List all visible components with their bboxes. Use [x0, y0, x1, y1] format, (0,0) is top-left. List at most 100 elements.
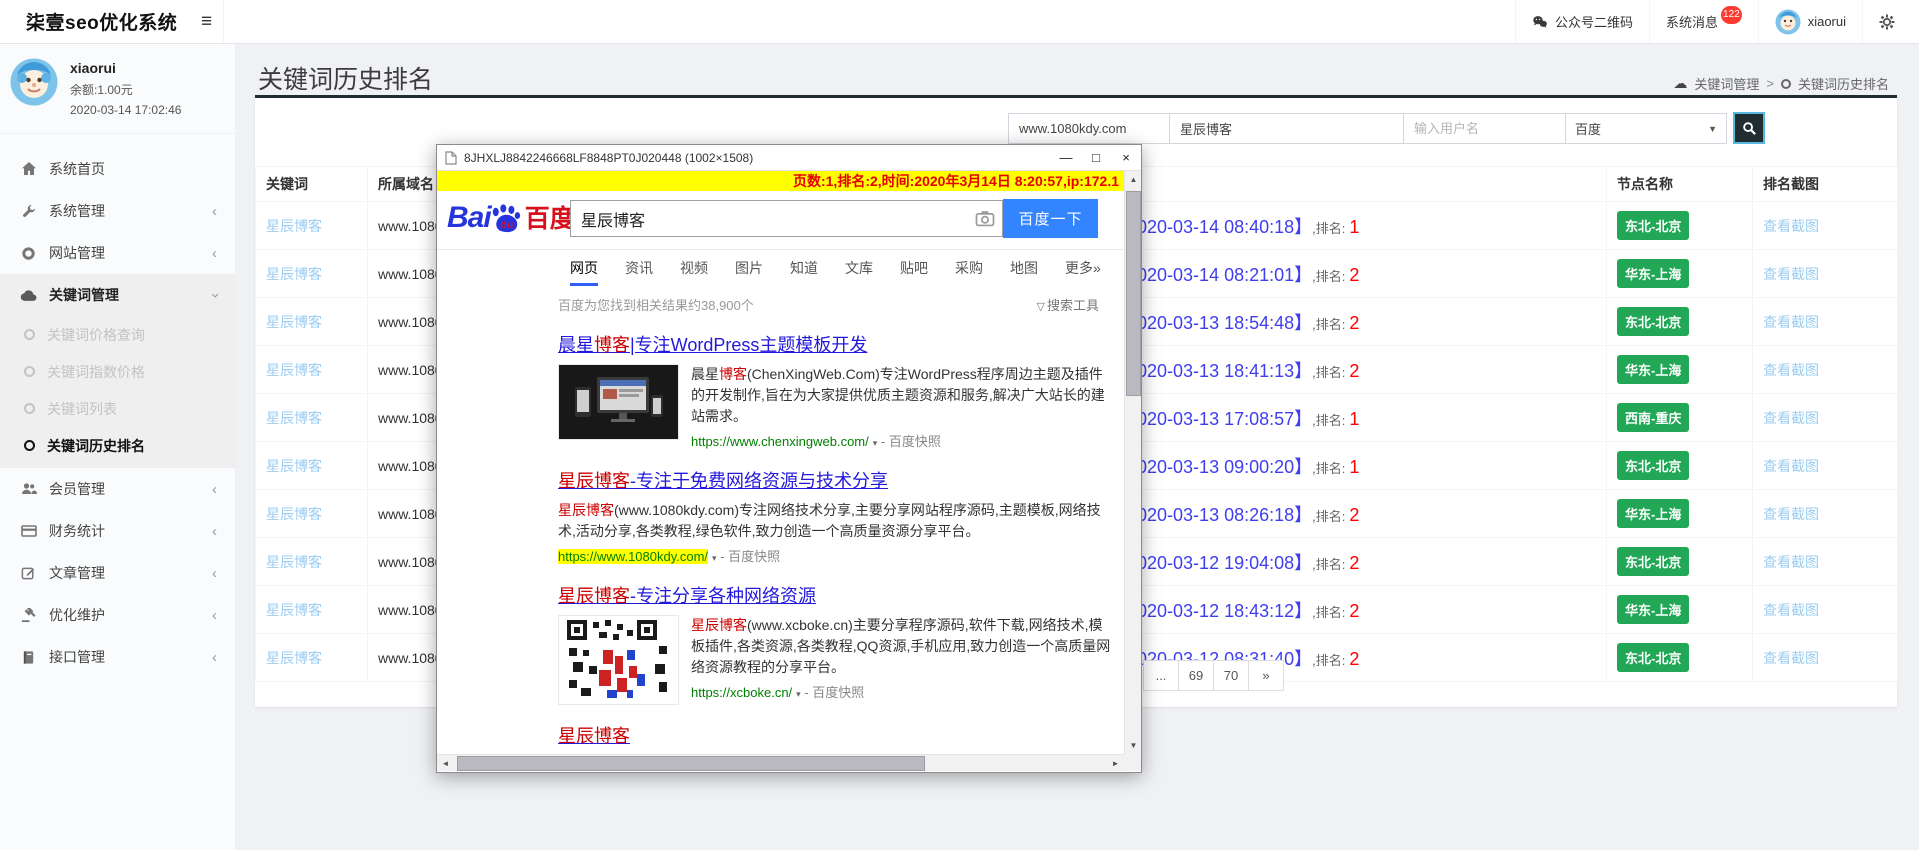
maximize-button[interactable]: □ [1081, 145, 1111, 170]
view-screenshot-link[interactable]: 查看截图 [1763, 362, 1819, 378]
engine-select[interactable]: 百度 ▼ [1565, 113, 1727, 144]
vertical-scrollbar[interactable]: ▲ ▼ [1124, 171, 1141, 754]
horizontal-scroll-thumb[interactable] [457, 756, 925, 771]
vertical-scroll-thumb[interactable] [1126, 191, 1141, 396]
keyword-link[interactable]: 星辰博客 [266, 458, 322, 474]
pagination-item[interactable]: 69 [1178, 660, 1214, 691]
keyword-link[interactable]: 星辰博客 [266, 218, 322, 234]
view-screenshot-link[interactable]: 查看截图 [1763, 506, 1819, 522]
horizontal-scrollbar[interactable]: ◄ ► [437, 754, 1124, 771]
result-title-link[interactable]: 星辰博客-专注分享各种网络资源 [558, 582, 816, 608]
keyword-link[interactable]: 星辰博客 [266, 314, 322, 330]
snapshot-link[interactable]: 百度快照 [812, 685, 864, 700]
camera-icon[interactable] [968, 210, 1002, 227]
pagination-item[interactable]: ... [1143, 660, 1179, 691]
wrench-icon [20, 203, 37, 220]
sidebar-item-optimization-maintenance[interactable]: 优化维护 ‹ [0, 594, 235, 636]
sidebar-item-keyword-price-query[interactable]: 关键词价格查询 [0, 316, 235, 353]
qr-thumbnail[interactable] [558, 615, 679, 705]
sidebar-item-website-management[interactable]: 网站管理 ‹ [0, 232, 235, 274]
view-screenshot-link[interactable]: 查看截图 [1763, 458, 1819, 474]
keyword-link[interactable]: 星辰博客 [266, 410, 322, 426]
sidebar-item-system-home[interactable]: 系统首页 [0, 148, 235, 190]
baidu-search-input[interactable] [571, 201, 968, 236]
result-title-link[interactable]: 星辰博客-专注于免费网络资源与技术分享 [558, 467, 888, 493]
baidu-tab[interactable]: 文库 [845, 258, 873, 286]
snapshot-link[interactable]: 百度快照 [728, 549, 780, 564]
domain-filter-input[interactable] [1008, 113, 1170, 144]
baidu-tab[interactable]: 网页 [570, 258, 598, 286]
minimize-button[interactable]: — [1051, 145, 1081, 170]
view-screenshot-link[interactable]: 查看截图 [1763, 218, 1819, 234]
scroll-down-arrow[interactable]: ▼ [1125, 737, 1141, 754]
keyword-link[interactable]: 星辰博客 [266, 506, 322, 522]
sidebar-item-keyword-index-price[interactable]: 关键词指数价格 [0, 353, 235, 390]
view-screenshot-link[interactable]: 查看截图 [1763, 410, 1819, 426]
window-titlebar[interactable]: 8JHXLJ8842246668LF8848PT0J020448 (1002×1… [437, 145, 1141, 171]
sidebar-user-panel: xiaorui 余额:1.00元 2020-03-14 17:02:46 [0, 44, 235, 134]
baidu-logo[interactable]: Bai du 百度 [447, 199, 575, 235]
keyword-link[interactable]: 星辰博客 [266, 602, 322, 618]
baidu-tab[interactable]: 知道 [790, 258, 818, 286]
search-tools-toggle[interactable]: ▽搜索工具 [1037, 295, 1099, 314]
baidu-tab[interactable]: 地图 [1010, 258, 1038, 286]
breadcrumb: ☁ 关键词管理 > 关键词历史排名 [1673, 74, 1889, 93]
breadcrumb-parent[interactable]: 关键词管理 [1694, 74, 1759, 93]
sidebar-item-keyword-history-rank[interactable]: 关键词历史排名 [0, 427, 235, 464]
title-text: 晨星 [558, 335, 594, 355]
baidu-search-button[interactable]: 百度一下 [1003, 199, 1098, 238]
cell-node: 东北-北京 [1607, 202, 1753, 250]
baidu-tab[interactable]: 贴吧 [900, 258, 928, 286]
sidebar-item-article-management[interactable]: 文章管理 ‹ [0, 552, 235, 594]
website-thumbnail[interactable] [558, 364, 679, 440]
result-url-text[interactable]: https://xcboke.cn/ [691, 685, 792, 700]
cell-keyword: 星辰博客 [256, 202, 368, 250]
sidebar-item-keyword-list[interactable]: 关键词列表 [0, 390, 235, 427]
sidebar-item-system-management[interactable]: 系统管理 ‹ [0, 190, 235, 232]
baidu-tab[interactable]: 采购 [955, 258, 983, 286]
view-screenshot-link[interactable]: 查看截图 [1763, 266, 1819, 282]
sidebar-item-api-management[interactable]: 接口管理 ‹ [0, 636, 235, 678]
sidebar-item-finance-statistics[interactable]: 财务统计 ‹ [0, 510, 235, 552]
keyword-link[interactable]: 星辰博客 [266, 554, 322, 570]
result-url-text[interactable]: https://www.1080kdy.com/ [558, 549, 708, 564]
keyword-link[interactable]: 星辰博客 [266, 266, 322, 282]
settings-menu-item[interactable] [1862, 0, 1911, 43]
result-title-link[interactable]: 星辰博客 [558, 722, 630, 748]
view-screenshot-link[interactable]: 查看截图 [1763, 602, 1819, 618]
sidebar-group-keyword-management: 关键词管理 ‹ 关键词价格查询 关键词指数价格 关键词列表 [0, 274, 235, 468]
user-menu-item[interactable]: xiaorui [1758, 0, 1862, 43]
scroll-left-arrow[interactable]: ◄ [437, 755, 454, 771]
baidu-tab[interactable]: 视频 [680, 258, 708, 286]
view-screenshot-link[interactable]: 查看截图 [1763, 554, 1819, 570]
qrcode-menu-item[interactable]: 公众号二维码 [1515, 0, 1649, 43]
system-messages-item[interactable]: 系统消息 122 [1649, 0, 1758, 43]
baidu-tab[interactable]: 资讯 [625, 258, 653, 286]
cell-keyword: 星辰博客 [256, 490, 368, 538]
pagination-item[interactable]: 70 [1213, 660, 1249, 691]
scrollbar-corner [1124, 754, 1141, 771]
baidu-tab[interactable]: 图片 [735, 258, 763, 286]
keyword-filter-input[interactable] [1169, 113, 1404, 144]
sidebar-item-keyword-management[interactable]: 关键词管理 ‹ [0, 274, 235, 316]
app-logo[interactable]: 柒壹seo优化系统 [0, 0, 190, 43]
view-screenshot-link[interactable]: 查看截图 [1763, 314, 1819, 330]
rank-label: ,排名: [1312, 269, 1345, 284]
pagination-item[interactable]: » [1248, 660, 1284, 691]
close-button[interactable]: × [1111, 145, 1141, 170]
keyword-link[interactable]: 星辰博客 [266, 362, 322, 378]
view-screenshot-link[interactable]: 查看截图 [1763, 650, 1819, 666]
keyword-link[interactable]: 星辰博客 [266, 650, 322, 666]
node-badge: 华东-上海 [1617, 499, 1689, 528]
username-filter-input[interactable] [1403, 113, 1566, 144]
snapshot-link[interactable]: 百度快照 [889, 434, 941, 449]
scroll-right-arrow[interactable]: ► [1107, 755, 1124, 771]
chevron-down-icon: ‹ [206, 293, 223, 298]
sidebar-item-member-management[interactable]: 会员管理 ‹ [0, 468, 235, 510]
sidebar-toggle-button[interactable]: ≡ [190, 0, 224, 43]
scroll-up-arrow[interactable]: ▲ [1125, 171, 1141, 188]
result-url-text[interactable]: https://www.chenxingweb.com/ [691, 434, 869, 449]
search-button[interactable] [1733, 112, 1765, 144]
baidu-tab[interactable]: 更多» [1065, 258, 1101, 286]
result-title-link[interactable]: 晨星博客|专注WordPress主题模板开发 [558, 331, 867, 357]
